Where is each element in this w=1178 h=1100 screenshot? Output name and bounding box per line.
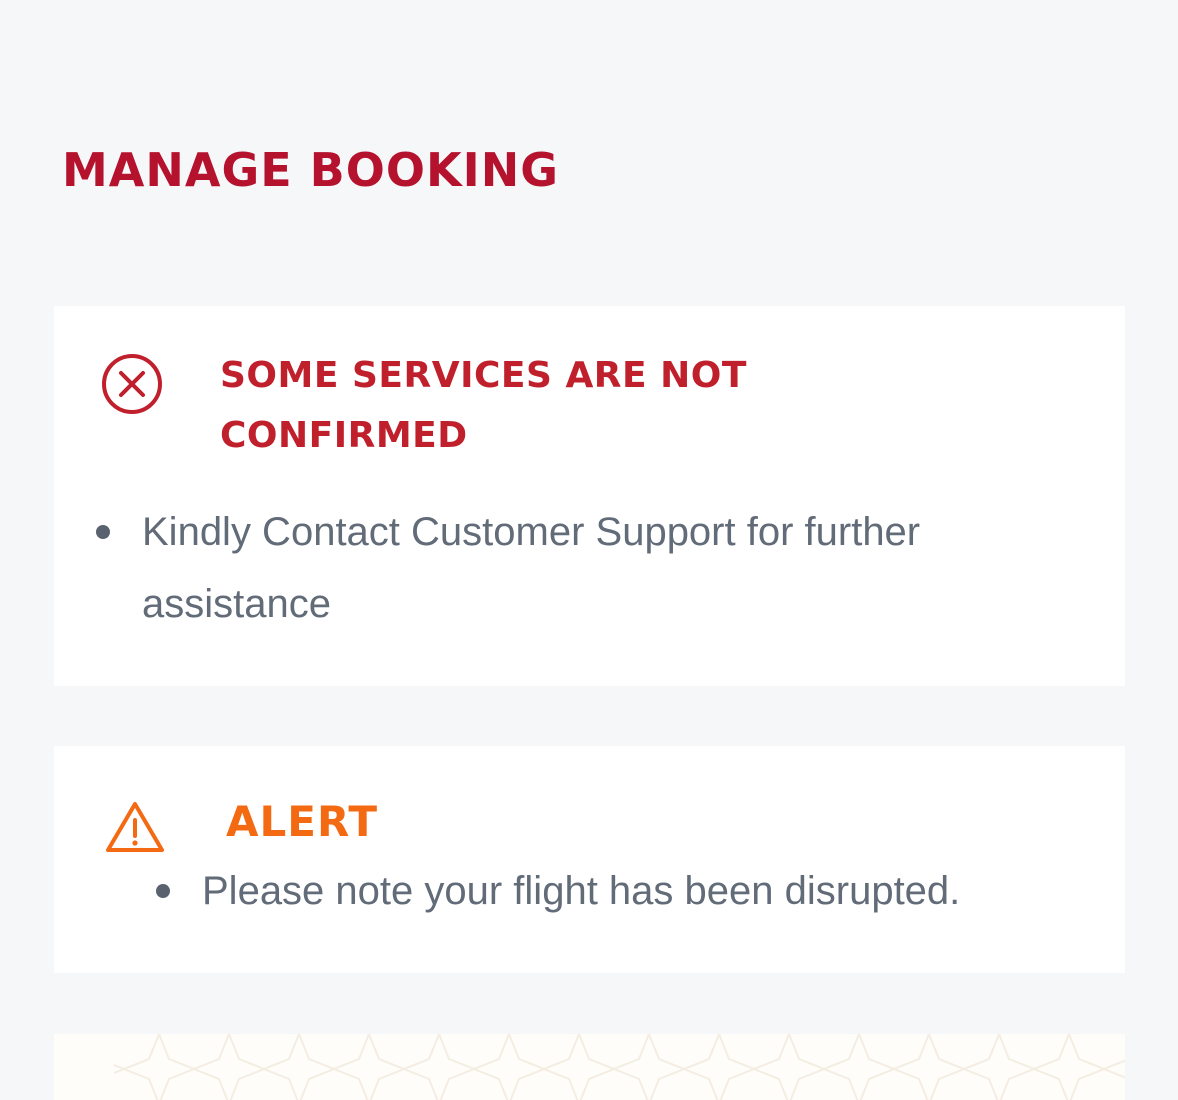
error-notice-list: Kindly Contact Customer Support for furt… bbox=[96, 496, 1022, 640]
page-title: MANAGE BOOKING bbox=[62, 143, 559, 197]
warning-triangle-icon bbox=[106, 802, 164, 852]
booking-summary-card bbox=[54, 1034, 1125, 1100]
error-notice-card: SOME SERVICES ARE NOT CONFIRMED Kindly C… bbox=[54, 306, 1125, 686]
manage-booking-page: MANAGE BOOKING SOME SERVICES ARE NOT CON… bbox=[0, 0, 1178, 1100]
close-circle-icon bbox=[102, 354, 162, 414]
alert-notice-list: Please note your flight has been disrupt… bbox=[156, 858, 1082, 924]
alert-notice-title: ALERT bbox=[226, 797, 379, 846]
decorative-pattern bbox=[54, 1034, 1125, 1100]
alert-notice-card: ALERT Please note your flight has been d… bbox=[54, 746, 1125, 973]
error-notice-title: SOME SERVICES ARE NOT CONFIRMED bbox=[220, 355, 747, 456]
alert-notice-item: Please note your flight has been disrupt… bbox=[156, 858, 1082, 924]
error-notice-item: Kindly Contact Customer Support for furt… bbox=[96, 496, 1022, 640]
